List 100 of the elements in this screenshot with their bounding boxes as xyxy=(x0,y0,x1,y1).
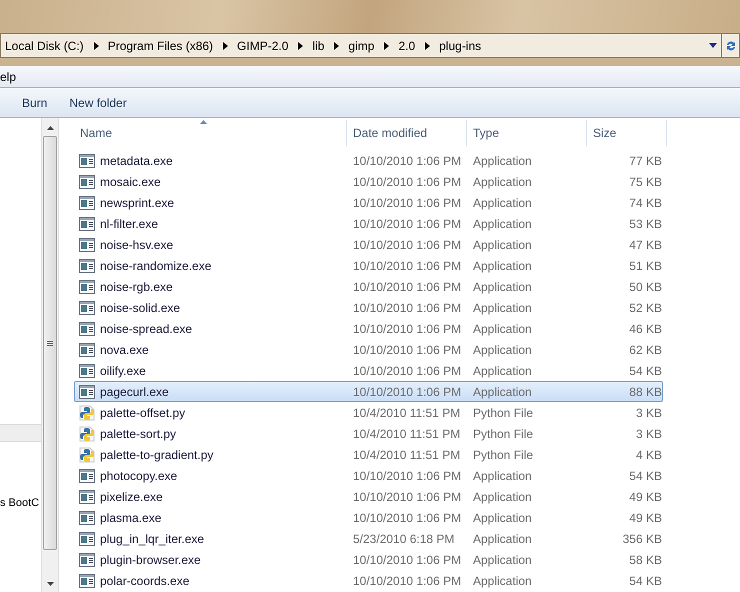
file-row[interactable]: noise-solid.exe 10/10/2010 1:06 PM Application 52 KB xyxy=(74,297,663,318)
file-row[interactable]: noise-rgb.exe 10/10/2010 1:06 PM Application 50 KB xyxy=(74,276,663,297)
file-name: palette-to-gradient.py xyxy=(100,446,214,464)
date-cell-text: 10/10/2010 1:06 PM xyxy=(352,342,462,358)
size-cell-text: 47 KB xyxy=(628,236,662,254)
date-cell-text: 10/4/2010 11:51 PM xyxy=(352,404,462,422)
application-icon xyxy=(79,384,95,398)
breadcrumb-item[interactable]: lib xyxy=(312,36,324,54)
file-row[interactable]: palette-to-gradient.py 10/4/2010 11:51 PM Python File 4 KB xyxy=(74,444,663,465)
python-file-icon xyxy=(79,426,95,442)
column-header[interactable]: Name xyxy=(74,120,347,146)
application-icon xyxy=(79,490,95,504)
file-name: noise-spread.exe xyxy=(100,320,192,338)
breadcrumb-item[interactable]: gimp xyxy=(348,36,374,54)
file-row[interactable]: noise-spread.exe 10/10/2010 1:06 PM Application 46 KB xyxy=(74,318,663,339)
breadcrumb-item[interactable]: Local Disk (C:) xyxy=(5,36,84,54)
size-cell-text: 74 KB xyxy=(628,194,662,212)
file-row[interactable]: noise-randomize.exe 10/10/2010 1:06 PM Application 51 KB xyxy=(74,255,663,276)
breadcrumb-item[interactable]: plug-ins xyxy=(439,36,482,54)
column-header[interactable]: Type xyxy=(467,120,587,146)
file-name: plug_in_lqr_iter.exe xyxy=(100,530,204,548)
application-icon xyxy=(79,574,95,588)
size-cell-text: 58 KB xyxy=(628,552,662,568)
scroll-up-icon[interactable] xyxy=(46,126,54,130)
toolbar-button[interactable]: Burn xyxy=(14,90,56,114)
file-name: noise-solid.exe xyxy=(100,300,180,316)
refresh-button[interactable] xyxy=(722,33,740,58)
file-row[interactable]: mosaic.exe 10/10/2010 1:06 PM Application 75 KB xyxy=(74,171,663,192)
size-cell-text: 53 KB xyxy=(628,216,662,232)
type-cell-text: Application xyxy=(472,174,533,190)
nav-item[interactable]: s BootC xyxy=(0,495,41,511)
date-cell-text: 10/10/2010 1:06 PM xyxy=(352,320,462,338)
type-cell-text: Application xyxy=(472,342,533,358)
date-cell-text: 10/4/2010 11:51 PM xyxy=(352,426,462,442)
breadcrumb-item[interactable]: GIMP-2.0 xyxy=(237,36,288,54)
file-name: palette-offset.py xyxy=(100,404,186,422)
scroll-down-icon[interactable] xyxy=(46,582,54,586)
menu-item[interactable]: elp xyxy=(0,68,16,86)
size-cell-text: 88 KB xyxy=(628,384,662,400)
file-name: pixelize.exe xyxy=(100,488,163,506)
size-cell-text: 54 KB xyxy=(628,572,662,590)
size-cell-text: 77 KB xyxy=(628,152,662,170)
file-row[interactable]: oilify.exe 10/10/2010 1:06 PM Application 54 KB xyxy=(74,360,663,381)
size-cell-text: 52 KB xyxy=(628,300,662,316)
file-row[interactable]: plug_in_lqr_iter.exe 5/23/2010 6:18 PM Application 356 KB xyxy=(74,528,663,549)
file-row[interactable]: plugin-browser.exe 10/10/2010 1:06 PM Application 58 KB xyxy=(74,549,663,570)
column-header[interactable]: Date modified xyxy=(347,120,467,146)
breadcrumb-item[interactable]: 2.0 xyxy=(398,36,416,54)
file-row[interactable]: polar-coords.exe 10/10/2010 1:06 PM Application 54 KB xyxy=(74,570,663,591)
chevron-right-icon xyxy=(297,42,304,50)
date-cell-text: 10/10/2010 1:06 PM xyxy=(352,152,462,170)
application-icon xyxy=(79,258,95,272)
file-row[interactable]: noise-hsv.exe 10/10/2010 1:06 PM Application 47 KB xyxy=(74,234,663,255)
file-name: plasma.exe xyxy=(100,510,162,526)
file-row[interactable]: nl-filter.exe 10/10/2010 1:06 PM Application 53 KB xyxy=(74,213,663,234)
application-icon xyxy=(79,532,95,546)
date-cell-text: 5/23/2010 6:18 PM xyxy=(352,530,456,548)
date-cell-text: 10/10/2010 1:06 PM xyxy=(352,384,462,400)
file-name: nova.exe xyxy=(100,342,149,358)
type-cell-text: Application xyxy=(472,320,533,338)
file-name: polar-coords.exe xyxy=(100,572,190,590)
size-cell-text: 50 KB xyxy=(628,278,662,296)
size-cell-text: 46 KB xyxy=(628,320,662,338)
size-cell-text: 54 KB xyxy=(628,468,662,484)
file-row[interactable]: pixelize.exe 10/10/2010 1:06 PM Application 49 KB xyxy=(74,486,663,507)
dropdown-arrow-icon[interactable] xyxy=(709,43,717,48)
file-name: pagecurl.exe xyxy=(100,384,169,400)
file-name: nl-filter.exe xyxy=(100,216,158,232)
application-icon xyxy=(79,364,95,378)
column-header[interactable]: Size xyxy=(587,120,667,146)
grip-icon xyxy=(47,340,53,346)
file-row[interactable]: palette-sort.py 10/4/2010 11:51 PM Python File 3 KB xyxy=(74,423,663,444)
type-cell-text: Application xyxy=(472,552,533,568)
file-row[interactable]: newsprint.exe 10/10/2010 1:06 PM Application 74 KB xyxy=(74,192,663,213)
file-row[interactable]: nova.exe 10/10/2010 1:06 PM Application 62 KB xyxy=(74,339,663,360)
application-icon xyxy=(79,300,95,314)
scrollbar[interactable] xyxy=(41,118,59,592)
date-cell-text: 10/10/2010 1:06 PM xyxy=(352,278,462,296)
scrollbar-thumb[interactable] xyxy=(43,136,57,550)
type-cell-text: Application xyxy=(472,278,533,296)
chevron-right-icon xyxy=(92,42,99,50)
address-bar[interactable]: Local Disk (C:) Program Files (x86) GIMP-2.0 lib gimp 2.0 plug-ins xyxy=(0,33,722,58)
refresh-icon xyxy=(724,40,736,52)
chevron-right-icon xyxy=(424,42,430,50)
file-row[interactable]: pagecurl.exe 10/10/2010 1:06 PM Application 88 KB xyxy=(74,381,663,402)
size-cell-text: 356 KB xyxy=(622,530,662,548)
date-cell-text: 10/10/2010 1:06 PM xyxy=(352,488,462,506)
breadcrumb-item[interactable]: Program Files (x86) xyxy=(108,36,214,54)
date-cell-text: 10/10/2010 1:06 PM xyxy=(352,300,462,316)
file-row[interactable]: photocopy.exe 10/10/2010 1:06 PM Application 54 KB xyxy=(74,465,663,486)
size-cell-text: 3 KB xyxy=(634,404,662,422)
file-row[interactable]: palette-offset.py 10/4/2010 11:51 PM Python File 3 KB xyxy=(74,402,663,423)
file-row[interactable]: plasma.exe 10/10/2010 1:06 PM Application 49 KB xyxy=(74,507,663,528)
type-cell-text: Application xyxy=(472,384,533,400)
application-icon xyxy=(79,174,95,188)
date-cell-text: 10/10/2010 1:06 PM xyxy=(352,216,462,232)
toolbar-button[interactable]: New folder xyxy=(61,90,135,114)
file-name: oilify.exe xyxy=(100,362,146,380)
file-row[interactable]: metadata.exe 10/10/2010 1:06 PM Application 77 KB xyxy=(74,150,663,171)
date-cell-text: 10/10/2010 1:06 PM xyxy=(352,194,462,212)
